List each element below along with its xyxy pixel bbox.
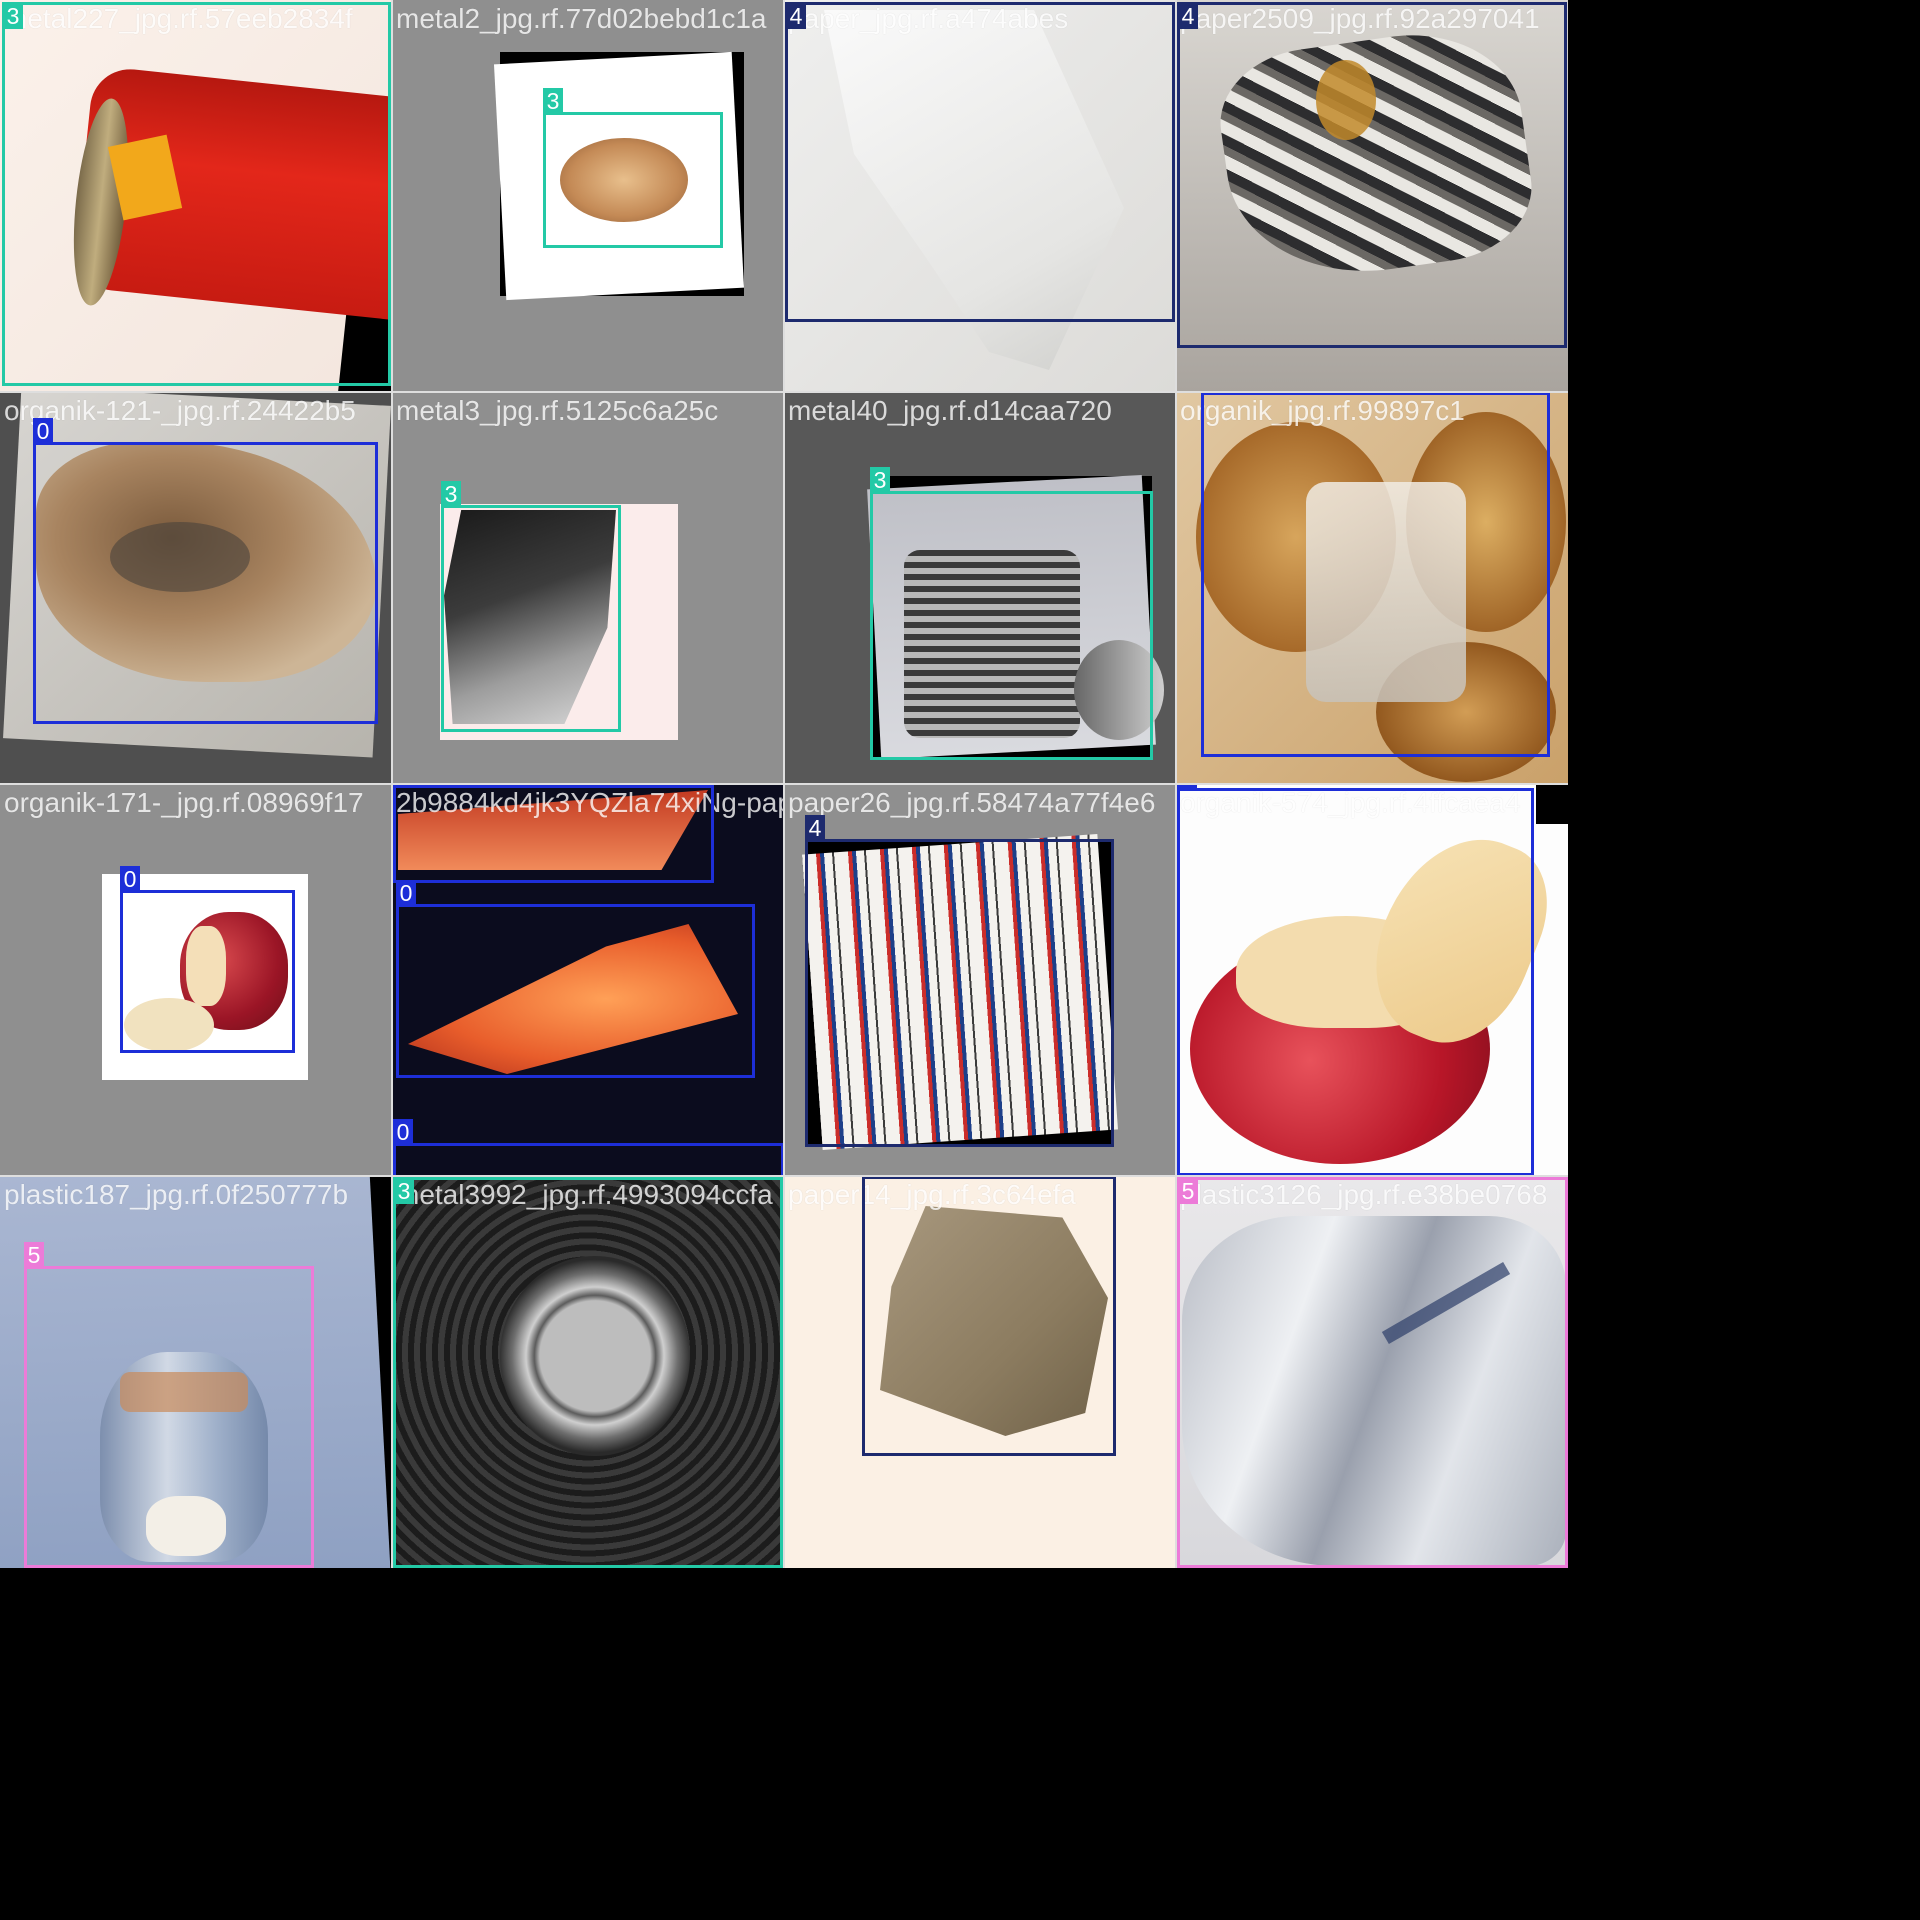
tile-14: metal3992_jpg.rf.4993094ccfa 3 [392, 1176, 784, 1568]
class-label: 3 [441, 481, 461, 507]
tile-7: metal40_jpg.rf.d14caa720 3 [784, 392, 1176, 784]
class-label: 4 [805, 815, 825, 841]
tile-6: metal3_jpg.rf.5125c6a25c 3 [392, 392, 784, 784]
class-label: 0 [1201, 392, 1221, 394]
class-label: 0 [120, 866, 140, 892]
detection-box: 0 [1177, 784, 1534, 1176]
tile-5: organik-121-_jpg.rf.24422b5 0 [0, 392, 392, 784]
tile-2: metal2_jpg.rf.77d02bebd1c1a 3 [392, 0, 784, 392]
class-label: 4 [786, 3, 806, 29]
detection-box: 0 [120, 866, 295, 1053]
class-label: 0 [1177, 784, 1197, 790]
detection-box: 4 [1177, 2, 1567, 348]
class-label: 0 [393, 1119, 413, 1145]
class-label: 3 [394, 1178, 414, 1204]
class-label: 0 [393, 784, 413, 787]
detection-box: 5 [24, 1242, 314, 1568]
filename-label: organik-121-_jpg.rf.24422b5 [4, 395, 356, 426]
tile-9: organik-171-_jpg.rf.08969f17 0 [0, 784, 392, 1176]
detection-box: 3 [2, 2, 391, 386]
tile-8: organik_jpg.rf.99897c1 0 [1176, 392, 1568, 784]
tile-15: paper14_jpg.rf.3c64efa 4 [784, 1176, 1176, 1568]
filename-label: metal40_jpg.rf.d14caa720 [788, 395, 1112, 426]
detection-box: 4 [785, 2, 1175, 322]
tile-13: plastic187_jpg.rf.0f250777b 5 [0, 1176, 392, 1568]
filename-label: metal2_jpg.rf.77d02bebd1c1a [396, 3, 767, 34]
tile-11: paper26_jpg.rf.58474a77f4e6 4 [784, 784, 1176, 1176]
detection-box: 3 [393, 1177, 783, 1568]
detection-box: 3 [441, 481, 621, 732]
class-label: 5 [24, 1242, 44, 1268]
class-label: 3 [3, 3, 23, 29]
class-label: 4 [862, 1176, 882, 1178]
filename-label: plastic187_jpg.rf.0f250777b [4, 1179, 349, 1210]
detection-box: 0 [393, 784, 714, 883]
detection-box: 0 [1201, 392, 1550, 757]
tile-16: plastic3126_jpg.rf.e38be0768 5 [1176, 1176, 1568, 1568]
tile-4: paper2509_jpg.rf.92a297041 4 [1176, 0, 1568, 392]
tile-3: paper_jpg.rf.a474abes 4 [784, 0, 1176, 392]
mosaic-grid: metal227_jpg.rf.57eeb2834f 3 metal2_jpg.… [0, 0, 1568, 1568]
class-label: 3 [543, 88, 563, 114]
detection-box: 0 [393, 1119, 784, 1176]
class-label: 4 [1178, 3, 1198, 29]
class-label: 5 [1178, 1178, 1198, 1204]
detection-box: 0 [33, 418, 378, 724]
filename-label: metal3_jpg.rf.5125c6a25c [396, 395, 719, 426]
detection-box: 4 [862, 1176, 1116, 1456]
detection-box: 3 [543, 88, 723, 248]
tile-10: 2b9884kd4jk3YQZla74xiNg-paper 0 0 0 [392, 784, 784, 1176]
class-label: 0 [396, 880, 416, 906]
tile-1: metal227_jpg.rf.57eeb2834f 3 [0, 0, 392, 392]
detection-box: 3 [870, 467, 1153, 760]
tile-12: organik-574_jpg.rf.4ffcaea4 0 [1176, 784, 1568, 1176]
class-label: 3 [870, 467, 890, 493]
detection-box: 5 [1177, 1177, 1568, 1568]
class-label: 0 [33, 418, 53, 444]
detection-box: 4 [805, 815, 1114, 1147]
filename-label: organik-171-_jpg.rf.08969f17 [4, 787, 364, 818]
detection-box: 0 [396, 880, 755, 1078]
filename-label: paper26_jpg.rf.58474a77f4e6 [788, 787, 1156, 818]
